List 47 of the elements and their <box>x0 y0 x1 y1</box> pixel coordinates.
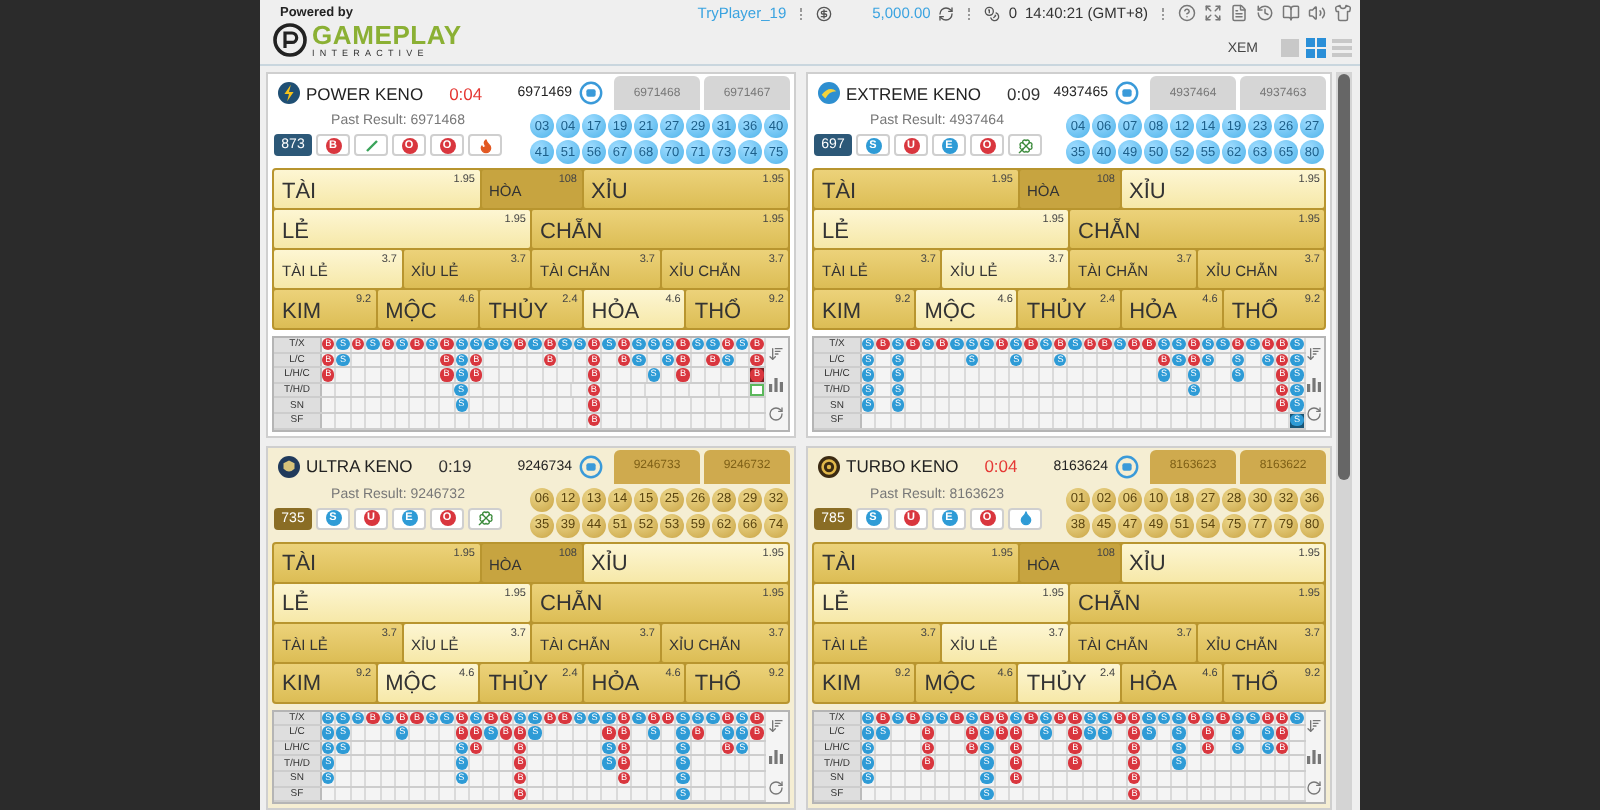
refresh-icon[interactable] <box>1306 405 1323 422</box>
countdown-timer: 0:04 <box>984 456 1018 477</box>
refresh-icon[interactable] <box>768 405 785 422</box>
layout-grid-button[interactable] <box>1306 38 1326 58</box>
flame-icon <box>477 137 493 153</box>
refresh-icon[interactable] <box>1306 779 1323 796</box>
expand-icon[interactable] <box>1204 4 1222 22</box>
coins-icon <box>984 5 1001 21</box>
bolt-emblem-icon <box>278 82 300 104</box>
sort-icon[interactable] <box>1306 345 1323 362</box>
countdown-timer: 0:19 <box>438 456 472 477</box>
book-icon[interactable] <box>1282 4 1300 22</box>
clover-icon <box>477 510 493 527</box>
sort-icon[interactable] <box>768 345 785 362</box>
scrollbar[interactable] <box>1336 72 1352 810</box>
crest-emblem-icon <box>278 455 300 478</box>
bar-chart-icon[interactable] <box>1306 748 1323 765</box>
refresh-draw-icon[interactable] <box>1114 80 1140 106</box>
game-name: POWER KENO <box>306 83 424 103</box>
bar-chart-icon[interactable] <box>1306 375 1323 392</box>
countdown-timer: 0:04 <box>449 83 483 103</box>
refresh-draw-icon[interactable] <box>578 453 604 480</box>
refresh-draw-icon[interactable] <box>578 80 604 106</box>
slash-icon <box>363 137 379 153</box>
sort-icon[interactable] <box>1306 718 1323 735</box>
dollar-icon <box>816 5 833 21</box>
countdown-timer: 0:09 <box>1007 83 1041 103</box>
game-name: TURBO KENO <box>846 456 959 477</box>
game-name: EXTREME KENO <box>846 83 982 103</box>
document-icon[interactable] <box>1230 4 1248 22</box>
brand-name: GAMEPLAY <box>312 21 462 47</box>
bar-chart-icon[interactable] <box>768 375 785 392</box>
shirt-icon[interactable] <box>1334 4 1352 22</box>
help-icon[interactable] <box>1178 4 1196 22</box>
swirl-emblem-icon <box>818 82 840 104</box>
refresh-balance-icon[interactable] <box>938 5 955 21</box>
logo-icon <box>272 22 308 58</box>
sound-icon[interactable] <box>1308 4 1326 22</box>
refresh-icon[interactable] <box>768 779 785 796</box>
clover-icon <box>1017 137 1033 153</box>
sort-icon[interactable] <box>768 718 785 735</box>
history-icon[interactable] <box>1256 4 1274 22</box>
droplet-icon <box>1017 510 1033 527</box>
bar-chart-icon[interactable] <box>768 748 785 765</box>
wheel-emblem-icon <box>818 455 840 478</box>
refresh-draw-icon[interactable] <box>1114 453 1140 480</box>
game-name: ULTRA KENO <box>306 456 413 477</box>
